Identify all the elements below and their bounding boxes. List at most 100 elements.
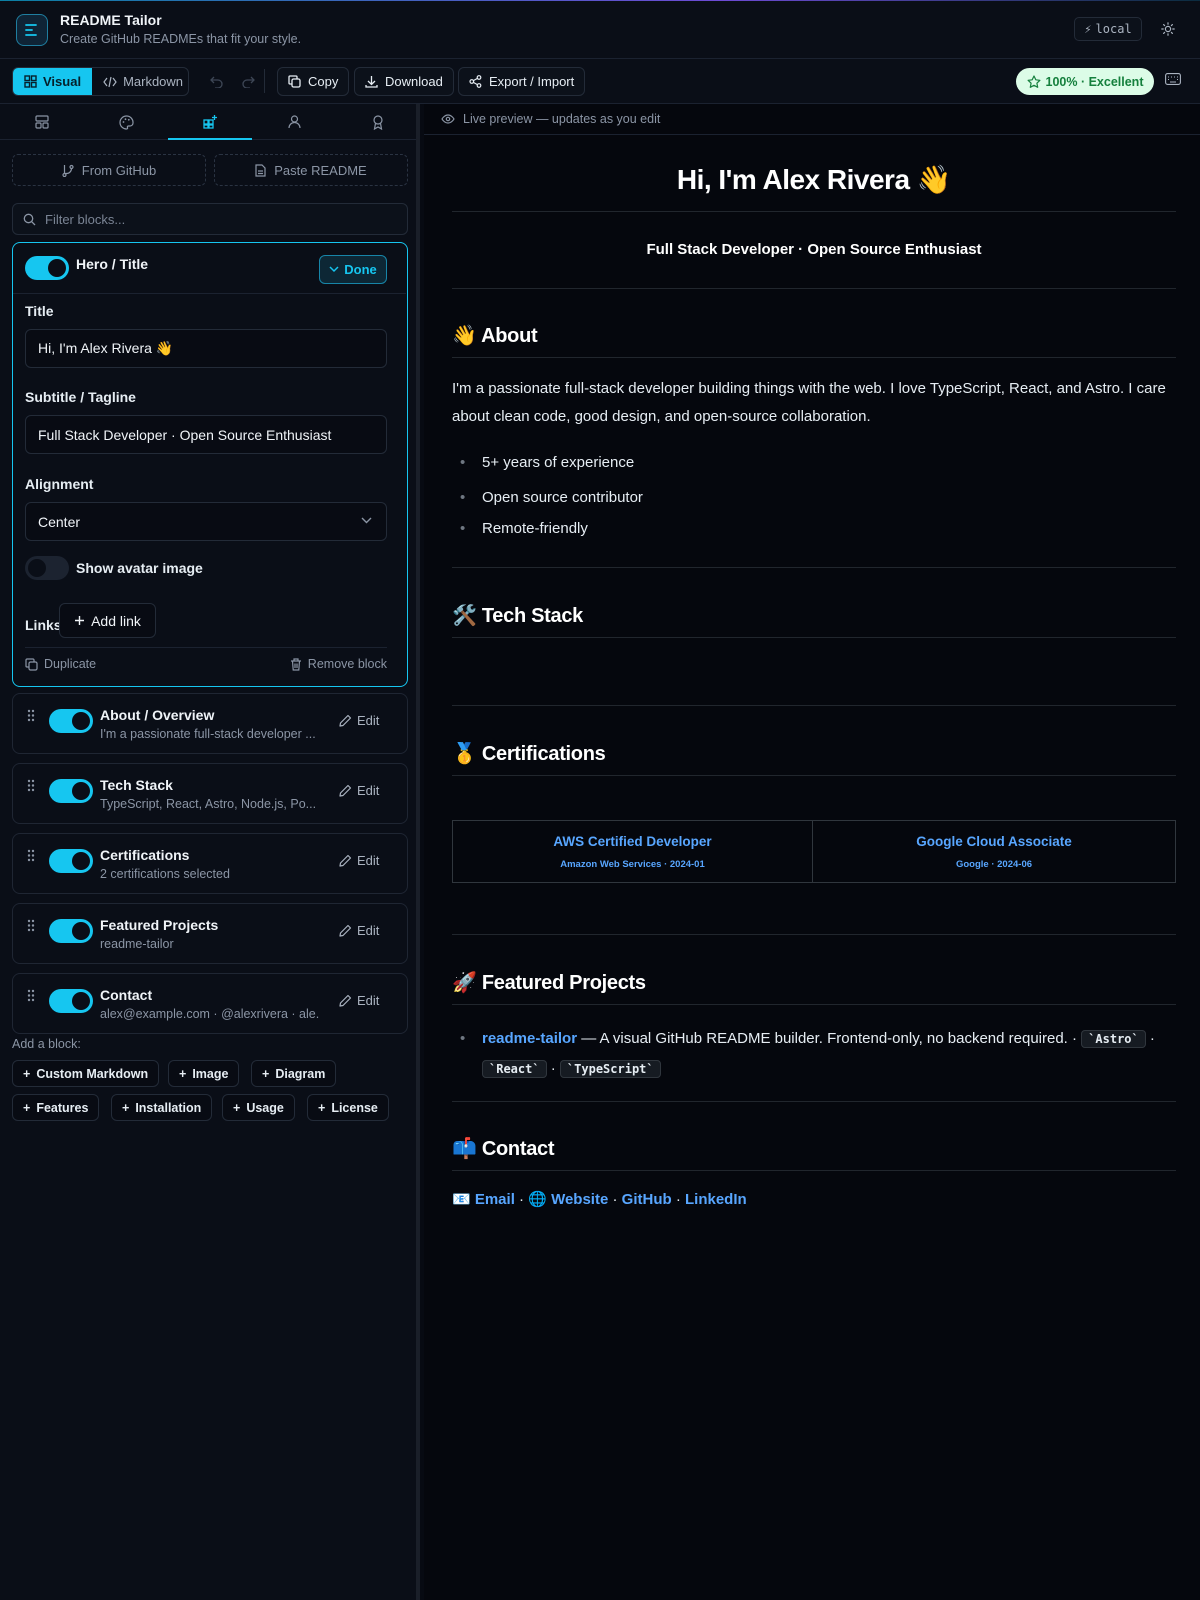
local-storage-badge[interactable]: ⚡ local <box>1074 17 1142 41</box>
redo-icon[interactable] <box>240 74 256 90</box>
add-license-button[interactable]: + License <box>307 1094 389 1121</box>
copy-icon <box>288 75 301 88</box>
palette-icon <box>118 114 134 130</box>
duplicate-button[interactable]: Duplicate <box>25 657 96 671</box>
tab-certifications[interactable] <box>336 104 420 140</box>
plus-icon: + <box>23 1066 31 1081</box>
app-logo-icon <box>16 14 48 46</box>
plus-icon: + <box>233 1100 241 1115</box>
cert-name-link[interactable]: AWS Certified Developer <box>553 834 711 849</box>
user-icon <box>287 115 301 129</box>
divider <box>452 637 1176 638</box>
download-icon <box>365 76 378 88</box>
about-block-toggle[interactable] <box>49 709 93 733</box>
title-input[interactable]: Hi, I'm Alex Rivera 👋 <box>25 329 387 368</box>
edit-button[interactable]: Edit <box>339 783 379 798</box>
filter-blocks <box>12 203 408 235</box>
hero-block-toggle[interactable] <box>25 256 69 280</box>
about-block[interactable]: About / Overview I'm a passionate full-s… <box>12 693 408 754</box>
divider <box>25 647 387 648</box>
website-link[interactable]: 🌐 Website <box>528 1191 608 1208</box>
tab-theme[interactable] <box>84 104 168 140</box>
tech-stack-block[interactable]: Tech Stack TypeScript, React, Astro, Nod… <box>12 763 408 824</box>
tab-profile[interactable] <box>252 104 336 140</box>
visual-mode-button[interactable]: Visual <box>13 68 93 95</box>
subtitle-input[interactable]: Full Stack Developer · Open Source Enthu… <box>25 415 387 454</box>
add-link-button[interactable]: Add link <box>59 603 156 638</box>
editor-mode-toggle: Visual Markdown <box>12 67 189 96</box>
undo-icon[interactable] <box>208 74 224 90</box>
theme-toggle-sun-icon[interactable] <box>1158 19 1178 39</box>
done-button[interactable]: Done <box>319 255 387 284</box>
featured-projects-block[interactable]: Featured Projects readme-tailor Edit <box>12 903 408 964</box>
blocks-icon <box>24 75 37 88</box>
edit-button[interactable]: Edit <box>339 923 379 938</box>
certifications-table: AWS Certified Developer Amazon Web Servi… <box>452 820 1176 883</box>
tech-stack-block-toggle[interactable] <box>49 779 93 803</box>
app-header: README Tailor Create GitHub READMEs that… <box>0 0 1200 59</box>
cert-name-link[interactable]: Google Cloud Associate <box>916 834 1072 849</box>
show-avatar-toggle[interactable] <box>25 556 69 580</box>
alignment-select[interactable]: Center <box>25 502 387 541</box>
plus-icon: + <box>23 1100 31 1115</box>
tab-layout[interactable] <box>0 104 84 140</box>
drag-handle-icon <box>27 919 35 932</box>
edit-button[interactable]: Edit <box>339 853 379 868</box>
contact-block[interactable]: Contact alex@example.com · @alexrivera ·… <box>12 973 408 1034</box>
divider <box>13 293 406 294</box>
certifications-block-toggle[interactable] <box>49 849 93 873</box>
git-branch-icon <box>62 164 74 177</box>
copy-icon <box>25 657 38 671</box>
add-custom-markdown-button[interactable]: + Custom Markdown <box>12 1060 160 1087</box>
toolbar: Visual Markdown Copy Download Export / I… <box>0 59 1200 104</box>
keyboard-shortcuts-icon[interactable] <box>1165 73 1181 88</box>
preview-tagline: Full Stack Developer · Open Source Enthu… <box>646 241 982 258</box>
add-diagram-button[interactable]: + Diagram <box>251 1060 337 1087</box>
copy-button[interactable]: Copy <box>277 67 350 96</box>
tech-stack-heading: 🛠️ Tech Stack <box>452 605 583 627</box>
featured-projects-block-toggle[interactable] <box>49 919 93 943</box>
markdown-mode-button[interactable]: Markdown <box>92 68 188 95</box>
paste-readme-button[interactable]: Paste README <box>214 154 408 186</box>
filter-blocks-input[interactable] <box>45 211 385 227</box>
tab-blocks[interactable] <box>168 104 252 140</box>
readme-score-badge[interactable]: 100% · Excellent <box>1016 68 1154 95</box>
edit-button[interactable]: Edit <box>339 993 379 1008</box>
add-usage-button[interactable]: + Usage <box>222 1094 295 1121</box>
cert-cell: AWS Certified Developer Amazon Web Servi… <box>453 821 812 882</box>
hero-card-footer: Duplicate Remove block <box>25 657 387 671</box>
certifications-block[interactable]: Certifications 2 certifications selected… <box>12 833 408 894</box>
from-github-button[interactable]: From GitHub <box>12 154 206 186</box>
github-link[interactable]: GitHub <box>622 1191 672 1208</box>
alignment-label: Alignment <box>25 476 94 492</box>
editor-panel: From GitHub Paste README Hero / Title Do… <box>0 104 420 1600</box>
project-link[interactable]: readme-tailor <box>482 1030 577 1047</box>
export-import-button[interactable]: Export / Import <box>458 67 586 96</box>
email-link[interactable]: 📧 Email <box>452 1191 515 1208</box>
add-installation-button[interactable]: + Installation <box>111 1094 213 1121</box>
plus-icon <box>75 616 85 625</box>
avatar-toggle-row: Show avatar image <box>25 556 203 580</box>
edit-button[interactable]: Edit <box>339 713 379 728</box>
remove-block-button[interactable]: Remove block <box>290 657 387 671</box>
tag-code: `Astro` <box>1081 1030 1146 1048</box>
divider <box>452 567 1176 568</box>
divider <box>452 1101 1176 1102</box>
chevron-down-icon <box>329 266 339 273</box>
download-button[interactable]: Download <box>354 67 454 96</box>
add-image-button[interactable]: + Image <box>168 1060 240 1087</box>
contact-block-toggle[interactable] <box>49 989 93 1013</box>
divider <box>452 1004 1176 1005</box>
app-subtitle: Create GitHub READMEs that fit your styl… <box>60 32 302 46</box>
divider <box>452 288 1176 289</box>
linkedin-link[interactable]: LinkedIn <box>685 1191 747 1208</box>
eye-icon <box>441 114 455 124</box>
lightning-icon: ⚡ <box>1084 22 1092 36</box>
plus-icon: + <box>262 1066 270 1081</box>
divider <box>452 705 1176 706</box>
add-features-button[interactable]: + Features <box>12 1094 100 1121</box>
cert-cell: Google Cloud Associate Google · 2024-06 <box>812 821 1175 882</box>
layout-icon <box>35 115 49 129</box>
divider <box>452 357 1176 358</box>
preview-title: Hi, I'm Alex Rivera 👋 <box>676 164 952 195</box>
